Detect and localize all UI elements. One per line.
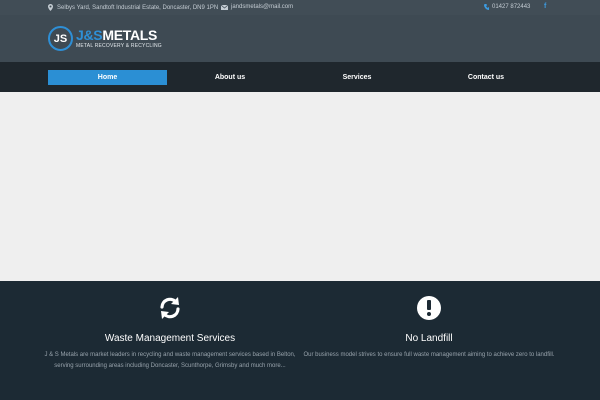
service-title: Waste Management Services (104, 333, 236, 344)
logo[interactable]: JS J&SMETALS METAL RECOVERY & RECYCLING (48, 26, 162, 51)
envelope-icon (221, 4, 228, 10)
phone-icon (484, 4, 489, 10)
phone[interactable]: 01427 872443 (484, 4, 530, 10)
service-no-landfill: No Landfill Our business model strives t… (299, 295, 559, 361)
service-title: No Landfill (405, 333, 453, 344)
logo-title-a: J&S (76, 26, 103, 43)
service-description: Our business model strives to ensure ful… (303, 352, 555, 358)
services-section: Waste Management Services J & S Metals a… (0, 281, 600, 400)
nav-about-us[interactable]: About us (170, 70, 290, 85)
refresh-icon (160, 297, 180, 319)
site-header: JS J&SMETALS METAL RECOVERY & RECYCLING (0, 15, 600, 62)
email-link[interactable]: jandsmetals@mail.com (231, 4, 293, 10)
nav-contact-us[interactable]: Contact us (426, 70, 546, 85)
nav-home[interactable]: Home (48, 70, 167, 85)
service-waste-management: Waste Management Services J & S Metals a… (40, 295, 300, 372)
logo-text: J&SMETALS METAL RECOVERY & RECYCLING (76, 26, 162, 50)
logo-mark: JS (48, 26, 73, 51)
hero-banner (0, 92, 600, 281)
nav-services[interactable]: Services (297, 70, 417, 85)
logo-subtitle: METAL RECOVERY & RECYCLING (76, 42, 162, 49)
main-nav: Home About us Services Contact us (0, 62, 600, 92)
logo-title-b: METALS (102, 26, 158, 43)
address-text: Selbys Yard, Sandtoft Industrial Estate,… (57, 4, 219, 11)
facebook-icon[interactable]: f (544, 3, 546, 10)
phone-number[interactable]: 01427 872443 (492, 4, 530, 10)
exclamation-icon (417, 296, 441, 320)
address: Selbys Yard, Sandtoft Industrial Estate,… (48, 4, 218, 11)
top-info-bar: Selbys Yard, Sandtoft Industrial Estate,… (0, 0, 600, 15)
email[interactable]: jandsmetals@mail.com (221, 4, 293, 10)
service-description: J & S Metals are market leaders in recyc… (44, 352, 296, 369)
logo-title: J&SMETALS (76, 26, 162, 43)
map-pin-icon (48, 4, 53, 11)
